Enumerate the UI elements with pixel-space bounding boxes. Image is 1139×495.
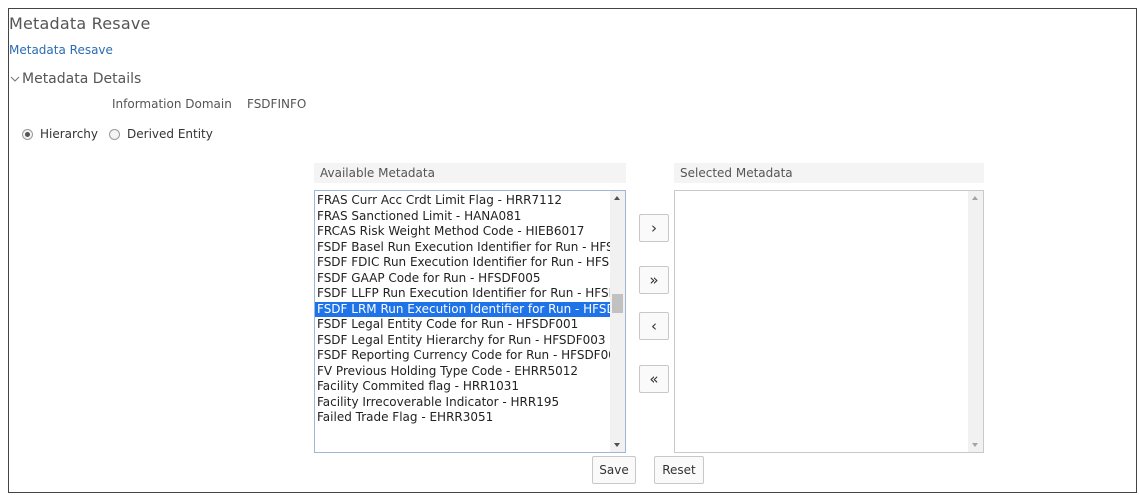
scroll-up-icon[interactable] (614, 196, 620, 200)
available-metadata-option[interactable]: FRAS Sanctioned Limit - HANA081 (315, 209, 610, 225)
available-metadata-option[interactable]: FSDF FDIC Run Execution Identifier for R… (315, 255, 610, 271)
available-metadata-option[interactable]: FSDF LRM Run Execution Identifier for Ru… (315, 301, 610, 317)
save-button[interactable]: Save (592, 456, 636, 484)
selected-metadata-header: Selected Metadata (674, 163, 984, 183)
scroll-down-icon[interactable] (614, 443, 620, 447)
available-metadata-option[interactable]: Facility Commited flag - HRR1031 (315, 379, 610, 395)
information-domain-label: Information Domain (112, 97, 232, 111)
scrollbar-thumb[interactable] (612, 294, 623, 313)
available-metadata-option[interactable]: FSDF Basel Run Execution Identifier for … (315, 240, 610, 256)
available-list-scrollbar[interactable] (610, 191, 625, 452)
move-all-left-button[interactable]: « (639, 365, 669, 393)
chevron-down-icon (10, 76, 20, 82)
available-metadata-list[interactable]: FRAS Curr Acc Crdt Limit Flag - HRR7112 F… (314, 190, 626, 453)
metadata-type-group: Hierarchy Derived Entity (22, 127, 224, 141)
hierarchy-radio-label[interactable]: Hierarchy (40, 127, 98, 141)
available-metadata-option[interactable]: FRCAS Risk Weight Method Code - HIEB6017 (315, 224, 610, 240)
available-metadata-option[interactable]: FSDF Legal Entity Hierarchy for Run - HF… (315, 333, 610, 349)
available-metadata-option[interactable]: Failed Trade Flag - EHRR3051 (315, 410, 610, 426)
section-title: Metadata Details (22, 71, 142, 87)
hierarchy-radio[interactable] (22, 128, 33, 140)
move-all-right-button[interactable]: » (639, 266, 669, 294)
selected-metadata-list[interactable] (674, 190, 984, 453)
scroll-down-icon[interactable] (972, 443, 978, 447)
scroll-up-icon[interactable] (972, 196, 978, 200)
available-metadata-option[interactable]: FSDF Legal Entity Code for Run - HFSDF00… (315, 317, 610, 333)
available-metadata-option[interactable]: FRAS Curr Acc Crdt Limit Flag - HRR7112 (315, 193, 610, 209)
reset-button[interactable]: Reset (654, 456, 704, 484)
page-title: Metadata Resave (9, 14, 151, 33)
section-toggle[interactable]: Metadata Details (9, 71, 141, 87)
information-domain-value: FSDFINFO (247, 97, 307, 111)
breadcrumb[interactable]: Metadata Resave (9, 43, 113, 57)
derived-entity-radio-label[interactable]: Derived Entity (127, 127, 213, 141)
move-left-button[interactable]: ‹ (639, 312, 669, 340)
available-metadata-header: Available Metadata (314, 163, 626, 183)
available-metadata-option[interactable]: FSDF Reporting Currency Code for Run - H… (315, 348, 610, 364)
available-metadata-option[interactable]: Facility Irrecoverable Indicator - HRR19… (315, 395, 610, 411)
selected-list-scrollbar[interactable] (968, 191, 983, 452)
available-metadata-option[interactable]: FSDF LLFP Run Execution Identifier for R… (315, 286, 610, 302)
derived-entity-radio[interactable] (109, 128, 121, 140)
available-metadata-option[interactable]: FV Previous Holding Type Code - EHRR5012 (315, 364, 610, 380)
available-metadata-option[interactable]: FSDF GAAP Code for Run - HFSDF005 (315, 271, 610, 287)
move-right-button[interactable]: › (639, 214, 669, 242)
